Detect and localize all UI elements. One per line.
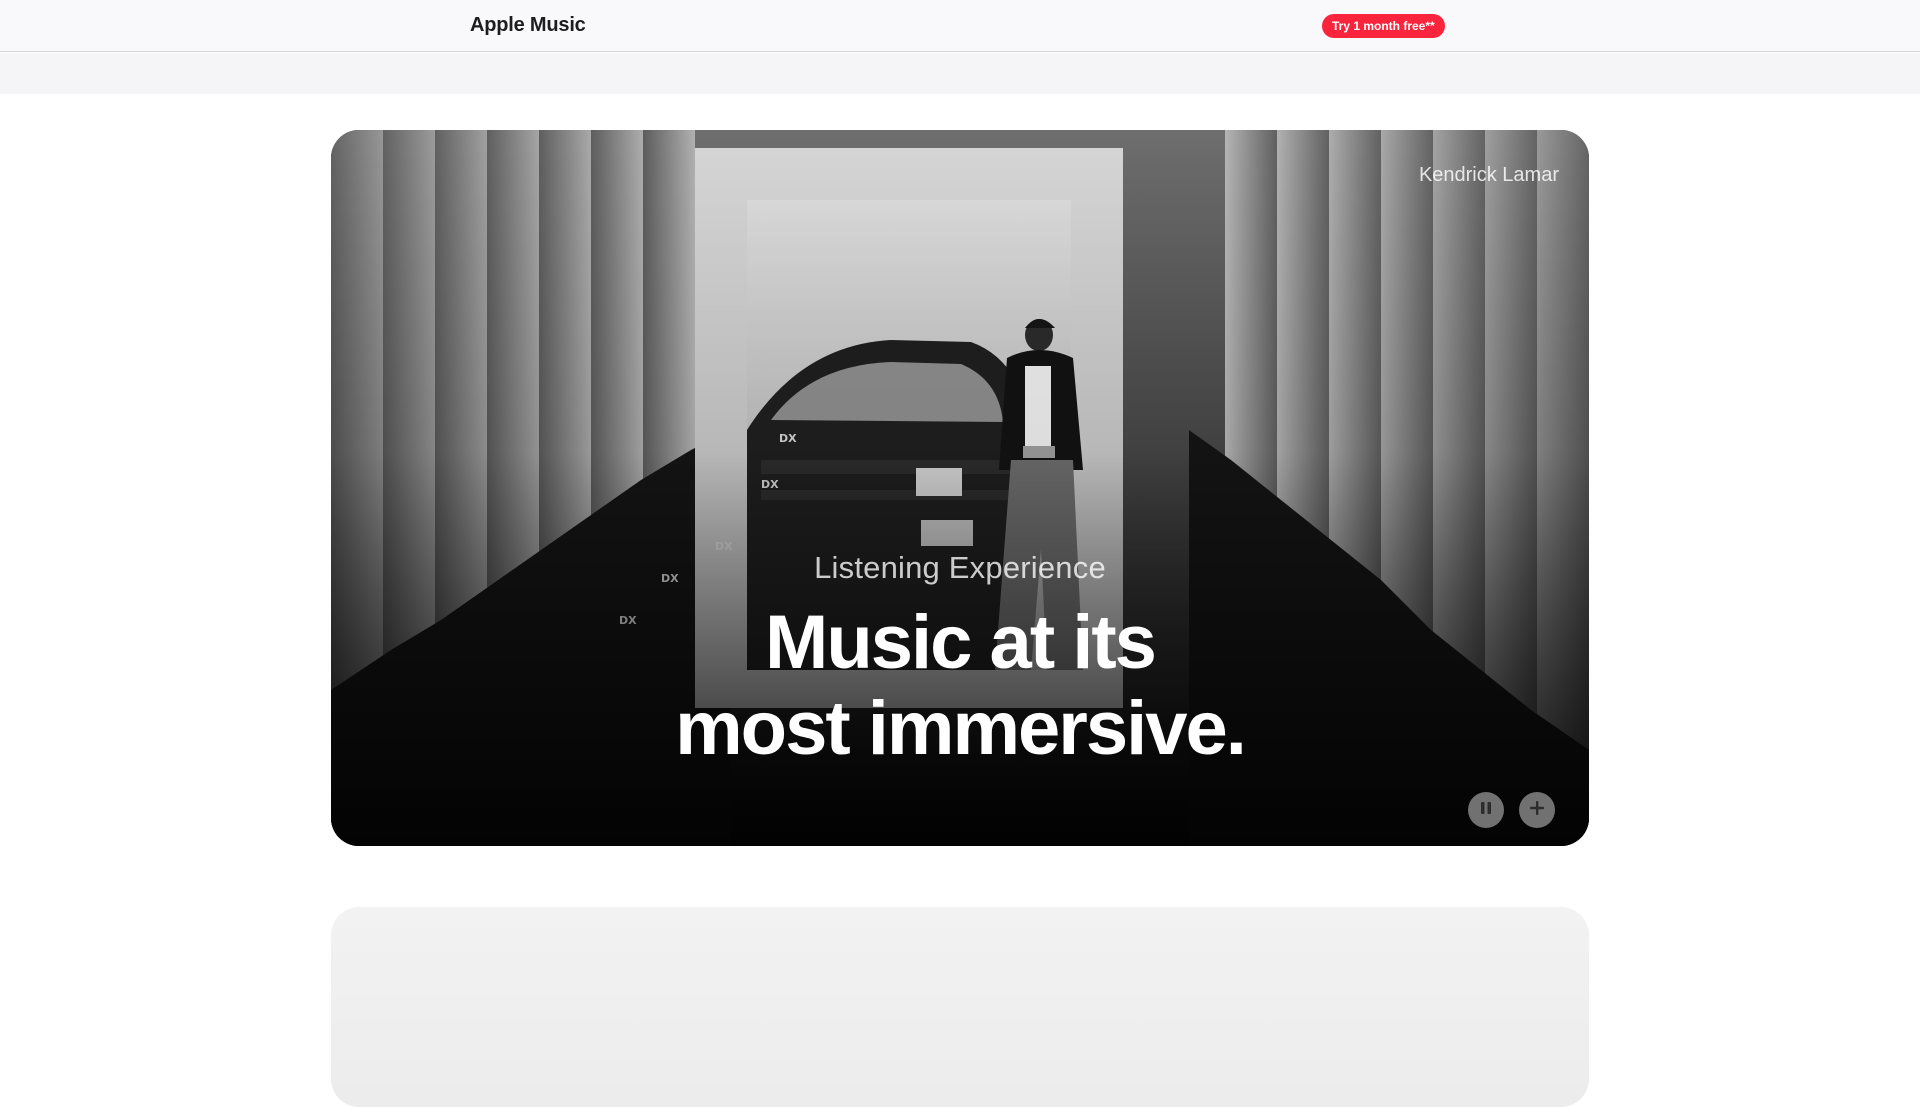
hero-headline: Music at its most immersive.: [331, 600, 1589, 772]
hero-eyebrow: Listening Experience: [814, 550, 1106, 585]
try-free-button[interactable]: Try 1 month free**: [1322, 14, 1445, 38]
hero-controls: [1468, 792, 1555, 828]
hero-headline-line-1: Music at its: [765, 600, 1157, 685]
plus-icon: [1529, 800, 1545, 821]
hero-card[interactable]: DX DX DX DX DX Kendrick Lamar Listening …: [331, 130, 1589, 846]
hero-headline-line-2: most immersive.: [675, 686, 1247, 771]
apple-music-logo[interactable]: Apple Music: [470, 14, 586, 37]
pause-icon: [1479, 801, 1493, 820]
top-navigation: Apple Music Try 1 month free**: [0, 0, 1920, 52]
hero-text-block: Listening Experience Music at its most i…: [331, 550, 1589, 772]
add-button[interactable]: [1519, 792, 1555, 828]
secondary-card[interactable]: [331, 907, 1589, 1107]
artist-name: Kendrick Lamar: [1418, 164, 1559, 186]
pause-button[interactable]: [1468, 792, 1504, 828]
sub-navigation-bar: [0, 53, 1920, 94]
